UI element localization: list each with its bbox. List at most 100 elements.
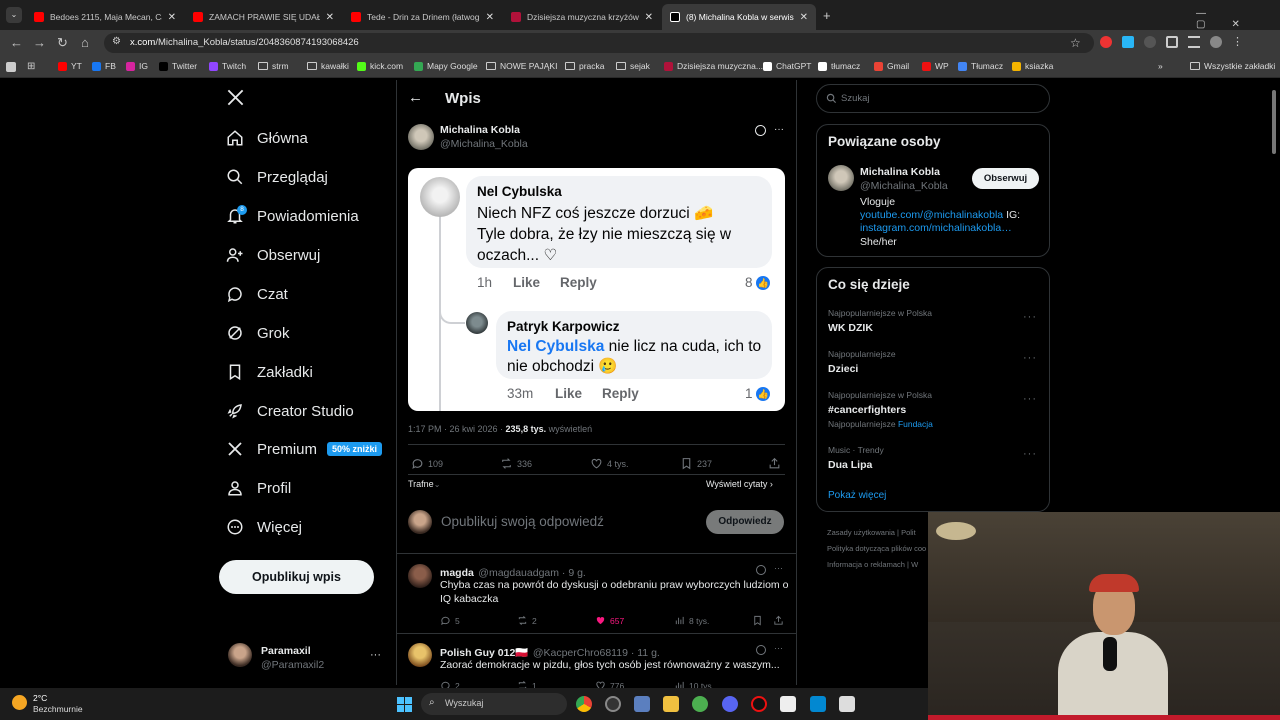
grok-post-icon[interactable] xyxy=(755,125,766,136)
search-box[interactable]: Szukaj xyxy=(816,84,1050,113)
opera-icon[interactable] xyxy=(751,696,767,712)
bookmark-item[interactable]: ChatGPT xyxy=(763,61,811,71)
tab-close-icon[interactable]: ✕ xyxy=(800,12,808,23)
site-info-icon[interactable]: ⚙ xyxy=(112,36,121,47)
trend-more-icon[interactable]: ··· xyxy=(1023,352,1037,364)
post-more-icon[interactable]: ··· xyxy=(774,124,784,135)
bookmark-item[interactable]: sejak xyxy=(616,61,650,71)
bookmark-item[interactable]: pracka xyxy=(565,61,605,71)
app-taskbar-icon[interactable] xyxy=(780,696,796,712)
bookmark-item[interactable]: ksiazka xyxy=(1012,61,1053,71)
bookmark-item[interactable]: kawałki xyxy=(307,61,349,71)
bookmark-item[interactable]: kick.com xyxy=(357,61,403,71)
bio-link-youtube[interactable]: youtube.com/@michalinakobla xyxy=(860,209,1003,221)
reply-reposts[interactable]: 2 xyxy=(517,615,537,626)
account-more-icon[interactable]: ··· xyxy=(370,649,381,661)
bookmarks-more[interactable]: » xyxy=(1158,61,1163,71)
bookmark-item[interactable]: strm xyxy=(258,61,289,71)
footer-links-3[interactable]: Informacja o reklamach | W xyxy=(827,560,918,569)
app-taskbar-icon[interactable] xyxy=(692,696,708,712)
extension-icons[interactable]: ⋮ xyxy=(1100,36,1243,48)
related-name[interactable]: Michalina Kobla xyxy=(860,166,940,178)
show-more-link[interactable]: Pokaż więcej xyxy=(828,490,886,501)
sidebar-item-search[interactable]: Przeglądaj xyxy=(226,168,328,186)
trend-item[interactable]: Najpopularniejsze w Polska #cancerfighte… xyxy=(828,390,1038,429)
browser-tab[interactable]: Dzisiejsza muzyczna krzyżówka ✕ xyxy=(503,4,661,30)
trend-more-icon[interactable]: ··· xyxy=(1023,393,1037,405)
reply-submit-button[interactable]: Odpowiedz xyxy=(706,510,784,534)
taskbar-search[interactable]: ⌕ Wyszukaj xyxy=(421,693,567,715)
trend-item[interactable]: Music · Trendy Dua Lipa xyxy=(828,445,1038,471)
related-handle[interactable]: @Michalina_Kobla xyxy=(860,180,948,192)
puzzle-icon[interactable] xyxy=(1166,36,1178,48)
reply-replies[interactable]: 5 xyxy=(440,615,460,626)
bookmark-item[interactable]: Twitch xyxy=(209,61,246,71)
sidebar-item-bookmark[interactable]: Zakładki xyxy=(226,363,313,381)
bookmark-app-icon[interactable] xyxy=(6,62,16,72)
reply-bookmark[interactable] xyxy=(752,615,767,626)
reply-more-icon[interactable]: ··· xyxy=(774,643,783,653)
all-bookmarks[interactable]: Wszystkie zakładki xyxy=(1190,61,1275,71)
tab-search-icon[interactable]: ⌄ xyxy=(6,7,22,23)
account-switcher[interactable]: Paramaxil @Paramaxil2 ··· xyxy=(228,643,384,675)
post-image[interactable]: Nel Cybulska Niech NFZ coś jeszcze dorzu… xyxy=(408,168,785,411)
chrome-taskbar-icon[interactable] xyxy=(576,696,592,712)
x-logo-icon[interactable] xyxy=(226,88,245,112)
bookmark-item[interactable]: Twitter xyxy=(159,61,197,71)
browser-tab[interactable]: ZAMACH PRAWIE SIĘ UDAŁ - Yo ✕ xyxy=(185,4,342,30)
sidebar-item-follow[interactable]: Obserwuj xyxy=(226,246,320,264)
media-icon[interactable] xyxy=(1188,36,1200,48)
repost-action[interactable]: 336 xyxy=(500,457,532,470)
grok-icon-small[interactable] xyxy=(756,565,766,575)
app-taskbar-icon[interactable] xyxy=(810,696,826,712)
discord-icon[interactable] xyxy=(722,696,738,712)
app-taskbar-icon[interactable] xyxy=(839,696,855,712)
post-button[interactable]: Opublikuj wpis xyxy=(219,560,374,594)
like-action[interactable]: 4 tys. xyxy=(590,457,629,470)
bookmark-apps-icon[interactable]: ⊞ xyxy=(27,61,35,72)
record-ext-icon[interactable] xyxy=(1100,36,1112,48)
share-action[interactable] xyxy=(768,457,785,470)
reply-action[interactable]: 109 xyxy=(411,457,443,470)
back-icon[interactable]: ← xyxy=(10,35,23,50)
sidebar-item-x-logo[interactable]: Premium 50% zniżki xyxy=(226,440,383,458)
post-avatar[interactable] xyxy=(408,124,434,150)
related-avatar[interactable] xyxy=(828,165,854,191)
bookmark-item[interactable]: YT xyxy=(58,61,82,71)
weather-widget[interactable]: 2°C Bezchmurnie xyxy=(12,692,102,718)
post-timestamp[interactable]: 1:17 PM · 26 kwi 2026 · xyxy=(408,424,506,434)
trend-item[interactable]: Najpopularniejsze Dzieci xyxy=(828,349,1038,375)
trend-more-icon[interactable]: ··· xyxy=(1023,448,1037,460)
search-input[interactable]: Szukaj xyxy=(841,93,870,104)
sidebar-item-more-circle[interactable]: Więcej xyxy=(226,518,302,536)
tab-close-icon[interactable]: ✕ xyxy=(326,12,334,23)
bookmark-item[interactable]: Gmail xyxy=(874,61,909,71)
reply-likes[interactable]: 657 xyxy=(595,615,624,626)
trend-extra-link[interactable]: Fundacja xyxy=(898,419,933,429)
bookmark-star-icon[interactable]: ☆ xyxy=(1070,36,1081,50)
browser-tab[interactable]: Bedoes 2115, Maja Mecan, Cam ✕ xyxy=(26,4,184,30)
bookmark-item[interactable]: Dzisiejsza muzyczna... xyxy=(664,61,763,71)
new-tab-button[interactable]: + xyxy=(823,8,831,23)
reply-input[interactable]: Opublikuj swoją odpowiedź xyxy=(441,514,604,529)
reload-icon[interactable]: ↻ xyxy=(57,35,68,51)
profile-avatar-icon[interactable] xyxy=(1210,36,1222,48)
tab-close-icon[interactable]: ✕ xyxy=(486,12,494,23)
bookmark-item[interactable]: FB xyxy=(92,61,116,71)
sidebar-item-home[interactable]: Główna xyxy=(226,129,308,147)
bookmark-action[interactable]: 237 xyxy=(680,457,712,470)
url-field[interactable]: ⚙ x.com/Michalina_Kobla/status/204836087… xyxy=(104,33,1094,53)
sidebar-item-chat[interactable]: Czat xyxy=(226,285,288,303)
bookmark-item[interactable]: WP xyxy=(922,61,949,71)
sidebar-item-rocket[interactable]: Creator Studio xyxy=(226,402,354,420)
bookmark-item[interactable]: NOWE PAJĄKI xyxy=(486,61,557,71)
app-taskbar-icon[interactable] xyxy=(605,696,621,712)
post-author-handle[interactable]: @Michalina_Kobla xyxy=(440,138,528,150)
home-button-icon[interactable]: ⌂ xyxy=(81,35,89,50)
grok-icon-small[interactable] xyxy=(756,645,766,655)
view-quotes-link[interactable]: Wyświetl cytaty › xyxy=(706,479,773,489)
windows-start-icon[interactable] xyxy=(397,697,412,712)
seven-tv-ext-icon[interactable] xyxy=(1122,36,1134,48)
reply-more-icon[interactable]: ··· xyxy=(774,563,783,573)
back-arrow-icon[interactable]: ← xyxy=(408,89,423,106)
